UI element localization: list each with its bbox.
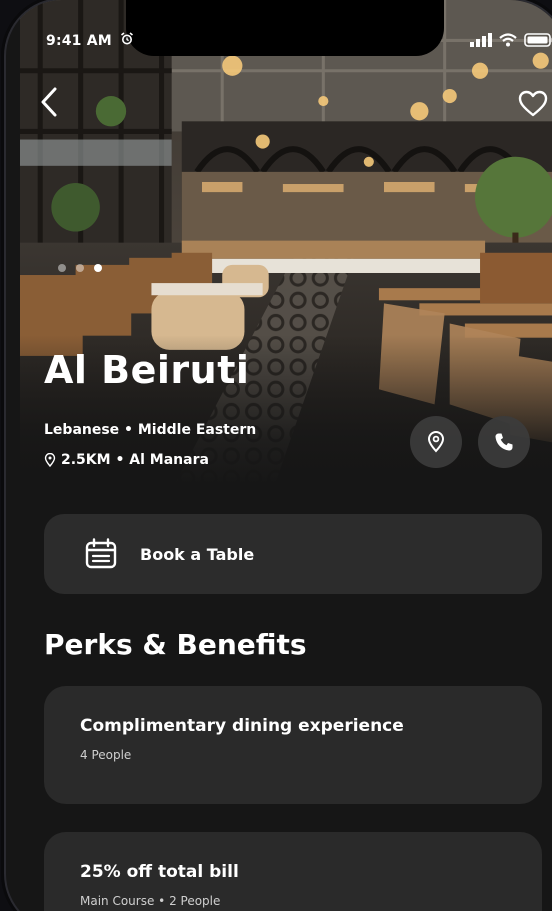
carousel-dot-active[interactable] — [94, 264, 102, 272]
book-table-button[interactable]: Book a Table — [44, 514, 542, 594]
carousel-dot[interactable] — [58, 264, 66, 272]
location-text: 2.5KM • Al Manara — [61, 452, 209, 468]
perk-card[interactable]: 25% off total bill Main Course • 2 Peopl… — [44, 832, 542, 911]
restaurant-name: Al Beiruti — [44, 348, 250, 392]
heart-icon — [518, 90, 548, 117]
carousel-indicator — [58, 264, 102, 272]
perk-title: Complimentary dining experience — [80, 716, 404, 736]
call-button[interactable] — [478, 416, 530, 468]
wifi-icon — [499, 33, 517, 47]
map-pin-small-icon — [44, 453, 56, 467]
map-pin-icon — [427, 431, 445, 453]
battery-icon — [524, 33, 552, 47]
signal-icon — [470, 33, 492, 47]
perks-section-title: Perks & Benefits — [44, 628, 307, 661]
perk-subtitle: 4 People — [80, 748, 132, 762]
status-icons — [470, 33, 552, 47]
phone-frame: 9:41 AM Al Beiruti Lebanese • Middle Eas… — [6, 0, 552, 911]
phone-icon — [495, 433, 513, 451]
perk-subtitle: Main Course • 2 People — [80, 894, 221, 908]
map-button[interactable] — [410, 416, 462, 468]
carousel-dot[interactable] — [76, 264, 84, 272]
app-screen: 9:41 AM Al Beiruti Lebanese • Middle Eas… — [20, 0, 552, 911]
calendar-icon — [85, 538, 117, 569]
alarm-icon — [120, 32, 133, 45]
location-label: 2.5KM • Al Manara — [44, 452, 209, 468]
perk-title: 25% off total bill — [80, 862, 239, 882]
favorite-button[interactable] — [518, 90, 548, 118]
perk-card[interactable]: Complimentary dining experience 4 People — [44, 686, 542, 804]
back-chevron-icon — [41, 87, 57, 117]
cuisine-label: Lebanese • Middle Eastern — [44, 422, 257, 438]
device-notch — [126, 0, 444, 56]
status-time-text: 9:41 AM — [46, 33, 112, 49]
book-table-label: Book a Table — [140, 544, 255, 564]
hero-image — [20, 0, 552, 485]
status-time: 9:41 AM — [46, 32, 134, 49]
back-button[interactable] — [36, 86, 64, 118]
